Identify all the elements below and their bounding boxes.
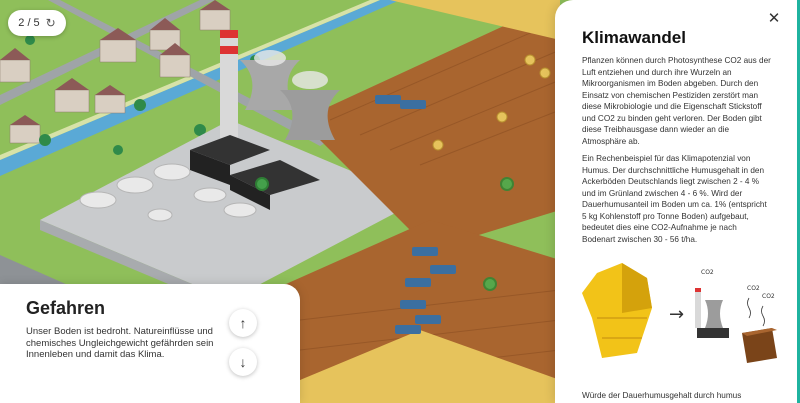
progress-indicator: 2 / 5 ↻ bbox=[8, 10, 66, 36]
co2-label: CO2 bbox=[762, 293, 775, 300]
co2-illustration: → CO2 CO2 CO2 bbox=[582, 263, 777, 363]
close-icon: ✕ bbox=[767, 10, 781, 27]
paragraph-2: Ein Rechenbeispiel für das Klimapotenzia… bbox=[582, 154, 767, 244]
paragraph-1: Pflanzen können durch Photosynthese CO2 … bbox=[582, 56, 771, 146]
arrow-up-icon: ↑ bbox=[239, 315, 247, 331]
progress-label: 2 / 5 bbox=[18, 17, 40, 29]
arrow-icon: → bbox=[669, 304, 684, 325]
info-card: Gefahren Unser Boden ist bedroht. Nature… bbox=[0, 284, 300, 403]
section-description: Unser Boden ist bedroht. Natureinflüsse … bbox=[26, 326, 214, 360]
reload-icon[interactable]: ↻ bbox=[46, 16, 56, 30]
co2-label: CO2 bbox=[701, 269, 714, 276]
paragraph-3: Würde der Dauerhumusgehalt durch humus bbox=[582, 391, 742, 400]
next-button[interactable]: ↓ bbox=[229, 348, 257, 376]
panel-title: Klimawandel bbox=[582, 28, 686, 47]
detail-panel: ✕ Klimawandel Pflanzen können durch Phot… bbox=[555, 0, 800, 403]
co2-label: CO2 bbox=[747, 285, 760, 292]
previous-button[interactable]: ↑ bbox=[229, 309, 257, 337]
close-button[interactable]: ✕ bbox=[765, 10, 783, 28]
section-title: Gefahren bbox=[26, 298, 106, 318]
arrow-down-icon: ↓ bbox=[239, 354, 247, 370]
